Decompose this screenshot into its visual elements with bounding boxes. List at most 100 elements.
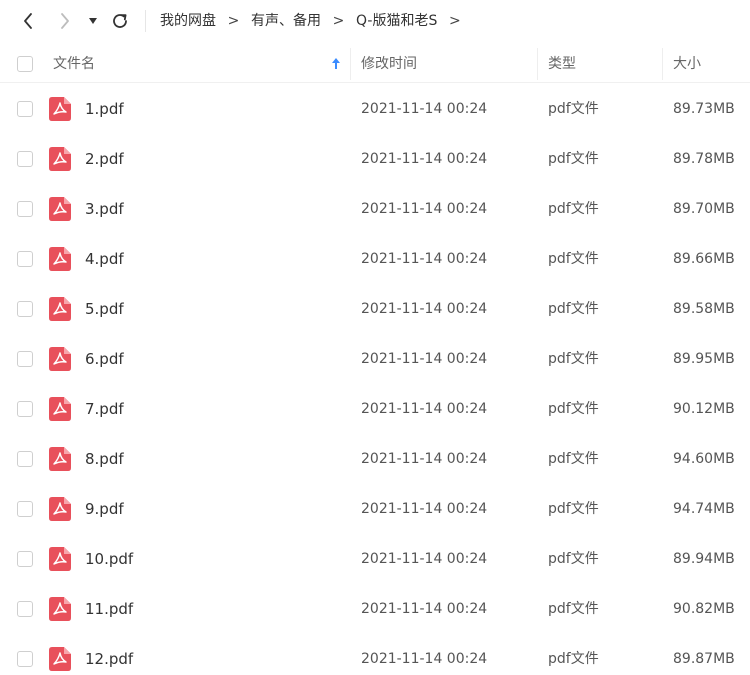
file-modified-time: 2021-11-14 00:24 [361, 551, 488, 567]
file-name[interactable]: 6.pdf [85, 334, 124, 384]
caret-down-icon [89, 18, 97, 24]
row-checkbox[interactable] [17, 251, 33, 267]
breadcrumb: 我的网盘 > 有声、备用 > Q-版猫和老S > [160, 9, 472, 33]
file-name[interactable]: 1.pdf [85, 84, 124, 134]
breadcrumb-item-root[interactable]: 我的网盘 [160, 9, 216, 33]
file-name[interactable]: 11.pdf [85, 584, 133, 634]
column-header-size[interactable]: 大小 [673, 45, 701, 83]
refresh-button[interactable] [108, 8, 132, 34]
breadcrumb-separator: > [332, 13, 345, 29]
file-size: 94.60MB [673, 451, 735, 467]
file-name[interactable]: 12.pdf [85, 634, 133, 675]
row-checkbox[interactable] [17, 651, 33, 667]
file-type: pdf文件 [548, 651, 599, 667]
file-name[interactable]: 7.pdf [85, 384, 124, 434]
back-button[interactable] [16, 8, 40, 34]
pdf-file-icon [49, 547, 71, 571]
row-checkbox[interactable] [17, 101, 33, 117]
pdf-file-icon [49, 447, 71, 471]
row-checkbox[interactable] [17, 451, 33, 467]
pdf-file-icon [49, 247, 71, 271]
column-divider[interactable] [537, 48, 538, 80]
file-name[interactable]: 8.pdf [85, 434, 124, 484]
file-row[interactable]: 2.pdf 2021-11-14 00:24 pdf文件 89.78MB [0, 134, 750, 184]
row-checkbox[interactable] [17, 351, 33, 367]
file-row[interactable]: 12.pdf 2021-11-14 00:24 pdf文件 89.87MB [0, 634, 750, 675]
file-type: pdf文件 [548, 251, 599, 267]
pdf-file-icon [49, 347, 71, 371]
file-row[interactable]: 4.pdf 2021-11-14 00:24 pdf文件 89.66MB [0, 234, 750, 284]
file-size: 90.12MB [673, 401, 735, 417]
select-all-checkbox[interactable] [17, 56, 33, 72]
row-checkbox[interactable] [17, 501, 33, 517]
file-modified-time: 2021-11-14 00:24 [361, 501, 488, 517]
file-row[interactable]: 9.pdf 2021-11-14 00:24 pdf文件 94.74MB [0, 484, 750, 534]
file-type: pdf文件 [548, 401, 599, 417]
file-modified-time: 2021-11-14 00:24 [361, 251, 488, 267]
pdf-file-icon [49, 397, 71, 421]
column-header-type[interactable]: 类型 [548, 45, 576, 83]
chevron-right-icon [61, 13, 69, 29]
file-name[interactable]: 10.pdf [85, 534, 133, 584]
file-modified-time: 2021-11-14 00:24 [361, 351, 488, 367]
column-header-name[interactable]: 文件名 [53, 45, 95, 83]
row-checkbox[interactable] [17, 201, 33, 217]
file-type: pdf文件 [548, 351, 599, 367]
breadcrumb-item-folder[interactable]: 有声、备用 [251, 9, 321, 33]
row-checkbox[interactable] [17, 551, 33, 567]
breadcrumb-separator: > [227, 13, 240, 29]
file-size: 89.66MB [673, 251, 735, 267]
pdf-file-icon [49, 197, 71, 221]
file-size: 89.58MB [673, 301, 735, 317]
chevron-left-icon [24, 13, 32, 29]
pdf-file-icon [49, 97, 71, 121]
file-modified-time: 2021-11-14 00:24 [361, 451, 488, 467]
file-type: pdf文件 [548, 101, 599, 117]
file-row[interactable]: 8.pdf 2021-11-14 00:24 pdf文件 94.60MB [0, 434, 750, 484]
file-row[interactable]: 11.pdf 2021-11-14 00:24 pdf文件 90.82MB [0, 584, 750, 634]
file-name[interactable]: 2.pdf [85, 134, 124, 184]
file-type: pdf文件 [548, 601, 599, 617]
breadcrumb-item-current[interactable]: Q-版猫和老S [356, 9, 437, 33]
file-row[interactable]: 5.pdf 2021-11-14 00:24 pdf文件 89.58MB [0, 284, 750, 334]
file-list-header: 文件名 修改时间 类型 大小 [0, 45, 750, 83]
file-size: 90.82MB [673, 601, 735, 617]
pdf-file-icon [49, 297, 71, 321]
row-checkbox[interactable] [17, 401, 33, 417]
file-row[interactable]: 10.pdf 2021-11-14 00:24 pdf文件 89.94MB [0, 534, 750, 584]
file-row[interactable]: 3.pdf 2021-11-14 00:24 pdf文件 89.70MB [0, 184, 750, 234]
row-checkbox[interactable] [17, 151, 33, 167]
file-type: pdf文件 [548, 451, 599, 467]
file-name[interactable]: 9.pdf [85, 484, 124, 534]
forward-button[interactable] [53, 8, 77, 34]
column-header-modified[interactable]: 修改时间 [361, 45, 417, 83]
file-name[interactable]: 3.pdf [85, 184, 124, 234]
pdf-file-icon [49, 497, 71, 521]
sort-ascending-icon[interactable] [331, 57, 341, 70]
file-type: pdf文件 [548, 551, 599, 567]
file-name[interactable]: 4.pdf [85, 234, 124, 284]
file-size: 89.94MB [673, 551, 735, 567]
file-row[interactable]: 6.pdf 2021-11-14 00:24 pdf文件 89.95MB [0, 334, 750, 384]
file-modified-time: 2021-11-14 00:24 [361, 201, 488, 217]
file-type: pdf文件 [548, 151, 599, 167]
history-dropdown-button[interactable] [82, 8, 104, 34]
file-row[interactable]: 1.pdf 2021-11-14 00:24 pdf文件 89.73MB [0, 84, 750, 134]
file-size: 89.78MB [673, 151, 735, 167]
file-size: 89.95MB [673, 351, 735, 367]
column-divider[interactable] [662, 48, 663, 80]
file-type: pdf文件 [548, 301, 599, 317]
file-size: 89.70MB [673, 201, 735, 217]
file-name[interactable]: 5.pdf [85, 284, 124, 334]
file-row[interactable]: 7.pdf 2021-11-14 00:24 pdf文件 90.12MB [0, 384, 750, 434]
file-modified-time: 2021-11-14 00:24 [361, 301, 488, 317]
file-size: 89.87MB [673, 651, 735, 667]
refresh-icon [113, 14, 127, 28]
row-checkbox[interactable] [17, 601, 33, 617]
file-modified-time: 2021-11-14 00:24 [361, 651, 488, 667]
column-divider[interactable] [350, 48, 351, 80]
toolbar-divider [145, 10, 146, 32]
breadcrumb-separator: > [448, 13, 461, 29]
row-checkbox[interactable] [17, 301, 33, 317]
file-size: 94.74MB [673, 501, 735, 517]
